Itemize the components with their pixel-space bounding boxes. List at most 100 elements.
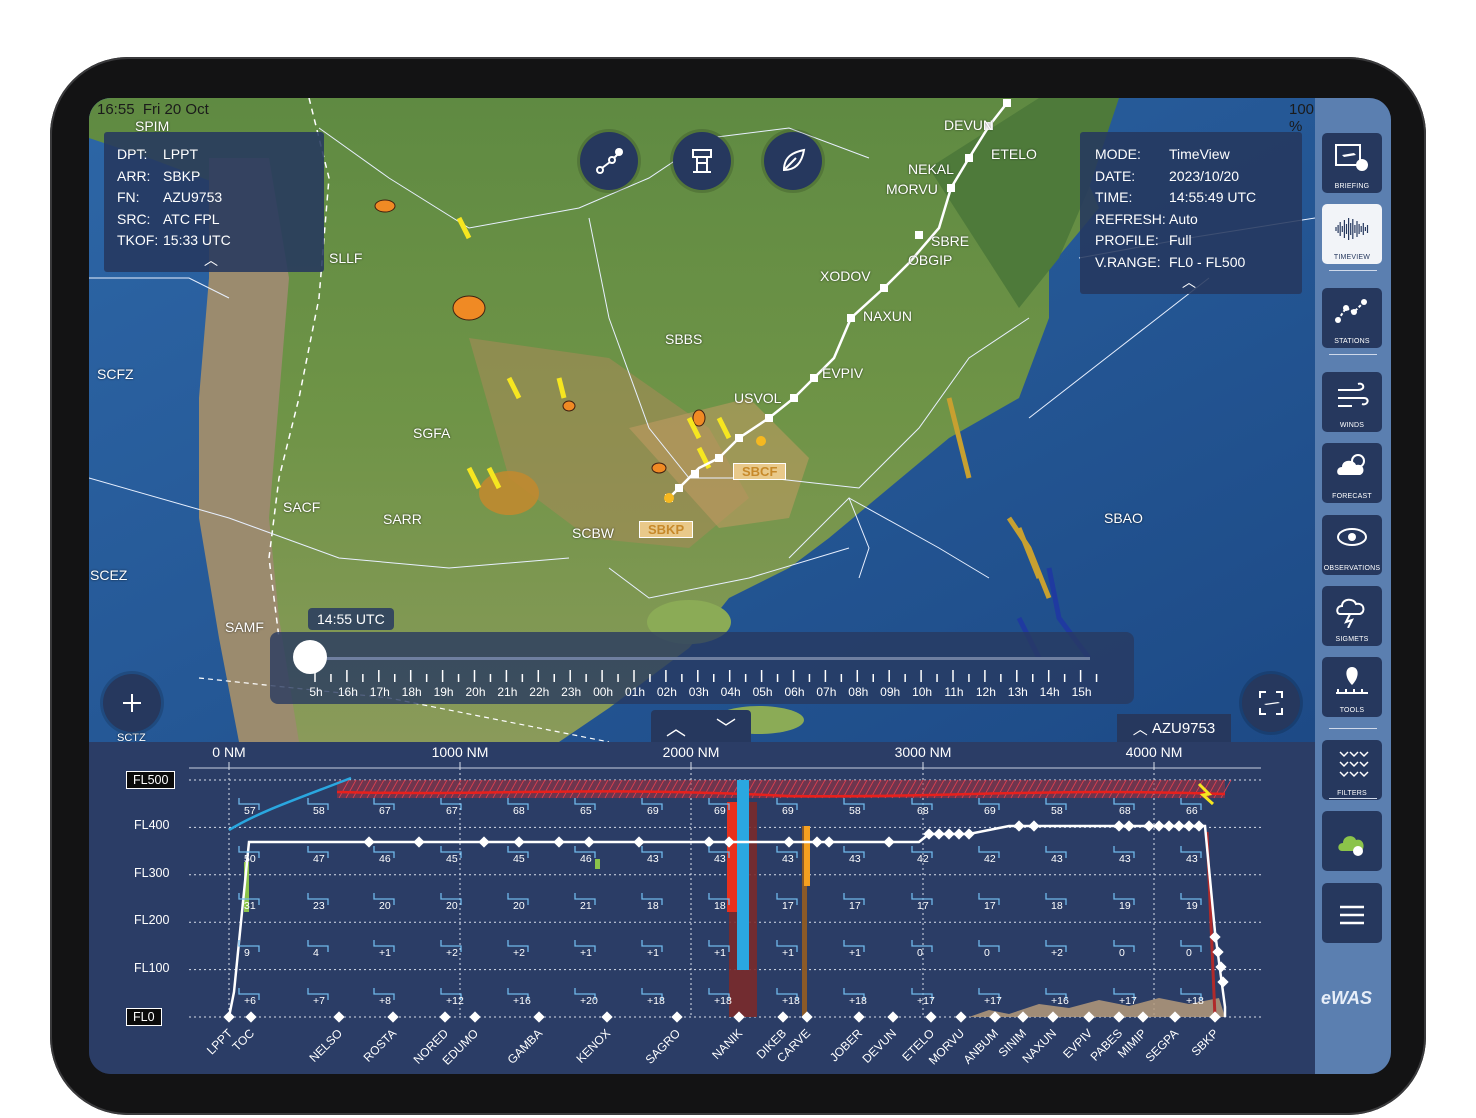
waypoint-name[interactable]: SEGPA: [1143, 1026, 1182, 1065]
temperature-value: +1: [714, 947, 726, 959]
station-label[interactable]: SBAO: [1104, 510, 1143, 526]
waypoint-name[interactable]: KENOX: [574, 1026, 614, 1066]
temperature-value: 19: [1186, 900, 1198, 912]
temperature-value: 57: [244, 805, 256, 817]
chevron-up-icon: ︿: [1132, 720, 1148, 738]
station-label[interactable]: SCEZ: [90, 567, 127, 583]
waypoint-name[interactable]: ANBUM: [961, 1026, 1002, 1067]
temperature-value: +18: [782, 995, 800, 1007]
station-label[interactable]: SACF: [283, 499, 320, 515]
collapse-chevron-icon[interactable]: ︿: [204, 250, 218, 270]
mode-key: V.RANGE:: [1095, 253, 1161, 270]
time-tick-label: 12h: [975, 685, 996, 699]
temperature-value: 20: [446, 900, 458, 912]
station-label[interactable]: SAMF: [225, 619, 264, 635]
weather-map[interactable]: 16:55 Fri 20 Oct 100 % DPT: LPPT ARR: SBKP…: [89, 98, 1315, 742]
waypoint-marker[interactable]: [245, 1011, 257, 1023]
waypoint-name[interactable]: DEVUN: [860, 1026, 900, 1066]
sidebar-button-observations[interactable]: OBSERVATIONS: [1322, 515, 1382, 575]
temperature-value: +1: [379, 947, 391, 959]
map-layer-button[interactable]: [764, 132, 822, 190]
menu-button[interactable]: [1322, 883, 1382, 943]
route-point: [553, 836, 565, 848]
highlighted-station-sbcf[interactable]: SBCF: [733, 463, 787, 480]
waypoint-name[interactable]: NELSO: [306, 1026, 345, 1065]
temperature-value: +18: [714, 995, 732, 1007]
sidebar-button-label: STATIONS: [1334, 338, 1370, 345]
route-point: [478, 836, 490, 848]
route-download-button[interactable]: [580, 132, 638, 190]
waypoint-marker[interactable]: [853, 1011, 865, 1023]
temperature-value: +16: [1051, 995, 1069, 1007]
sidebar-button-tools[interactable]: TOOLS: [1322, 657, 1382, 717]
collapse-chevron-icon[interactable]: ︿: [1182, 272, 1196, 292]
waypoint-marker[interactable]: [601, 1011, 613, 1023]
chevron-up-icon[interactable]: ︿: [666, 712, 686, 741]
waypoint-name[interactable]: SBKP: [1189, 1026, 1222, 1059]
waypoint-marker[interactable]: [333, 1011, 345, 1023]
temperature-value: 17: [782, 900, 794, 912]
info-value: SBKP: [163, 167, 201, 184]
station-label[interactable]: SCTZ: [117, 732, 146, 742]
waypoint-marker[interactable]: [223, 1011, 235, 1023]
waypoint-name[interactable]: TOC: [229, 1026, 257, 1054]
sidebar-button-briefing[interactable]: BRIEFING: [1322, 133, 1382, 193]
station-label[interactable]: SBBS: [665, 331, 702, 347]
chevron-down-icon[interactable]: ﹀: [716, 712, 736, 741]
zoom-in-button[interactable]: [103, 674, 161, 732]
time-slider-track[interactable]: [310, 657, 1090, 660]
waypoint-label: XODOV: [820, 268, 871, 284]
waypoint-name[interactable]: JOBER: [827, 1026, 865, 1064]
sidebar-button-stations[interactable]: STATIONS: [1322, 288, 1382, 348]
right-sidebar: BRIEFING TIMEVIEW STATIONS WINDS FORECAST OBS…: [1315, 98, 1391, 1074]
waypoint-marker[interactable]: [777, 1011, 789, 1023]
station-label[interactable]: SCBW: [572, 525, 614, 541]
waypoint-marker[interactable]: [533, 1011, 545, 1023]
time-tick-label: 13h: [1007, 685, 1028, 699]
info-key: DPT:: [117, 146, 148, 162]
center-flight-button[interactable]: [1242, 674, 1300, 732]
info-key: ARR:: [117, 167, 151, 184]
waypoint-marker[interactable]: [887, 1011, 899, 1023]
route-point: [823, 836, 835, 848]
sidebar-button-filters[interactable]: FILTERS: [1322, 740, 1382, 800]
station-label[interactable]: SLLF: [329, 250, 362, 266]
profile-toggle: ︿ ﹀: [651, 710, 751, 742]
time-slider-thumb[interactable]: [293, 640, 327, 674]
sidebar-button-forecast[interactable]: FORECAST: [1322, 443, 1382, 503]
sidebar-separator: [1329, 728, 1377, 729]
waypoint-marker[interactable]: [387, 1011, 399, 1023]
flight-selector-tab[interactable]: ︿ AZU9753: [1117, 714, 1231, 742]
airport-button[interactable]: [673, 132, 731, 190]
temperature-value: 43: [1119, 853, 1131, 865]
temperature-value: 58: [313, 805, 325, 817]
mode-row: PROFILE: Full: [1095, 230, 1302, 252]
info-row-src: SRC: ATC FPL: [117, 209, 324, 231]
filters-icon: [1339, 751, 1369, 778]
waypoint-marker[interactable]: [671, 1011, 683, 1023]
station-label[interactable]: SGFA: [413, 425, 450, 441]
waypoint-marker[interactable]: [439, 1011, 451, 1023]
station-label[interactable]: SCFZ: [97, 366, 134, 382]
station-label[interactable]: SARR: [383, 511, 422, 527]
temperature-value: 17: [917, 900, 929, 912]
waypoint-marker[interactable]: [469, 1011, 481, 1023]
mode-key: MODE:: [1095, 146, 1141, 162]
highlighted-station-sbkp[interactable]: SBKP: [639, 521, 694, 538]
sidebar-button-winds[interactable]: WINDS: [1322, 372, 1382, 432]
connectivity-button[interactable]: [1322, 811, 1382, 871]
temperature-value: 42: [984, 853, 996, 865]
temperature-value: 43: [714, 853, 726, 865]
waypoint-name[interactable]: ROSTA: [361, 1026, 400, 1065]
waypoint-name[interactable]: GAMBA: [505, 1026, 546, 1067]
time-tick-label: 17h: [369, 685, 390, 699]
temperature-value: 9: [244, 947, 250, 959]
sidebar-button-sigmets[interactable]: SIGMETS: [1322, 586, 1382, 646]
waypoint-name[interactable]: NANIK: [709, 1026, 745, 1062]
waypoint-marker[interactable]: [955, 1011, 967, 1023]
sidebar-button-timeview[interactable]: TIMEVIEW: [1322, 204, 1382, 264]
waypoint-name[interactable]: NAXUN: [1020, 1026, 1060, 1066]
waypoint-marker[interactable]: [925, 1011, 937, 1023]
station-label[interactable]: SPIM: [135, 118, 169, 134]
waypoint-name[interactable]: SAGRO: [643, 1026, 684, 1067]
